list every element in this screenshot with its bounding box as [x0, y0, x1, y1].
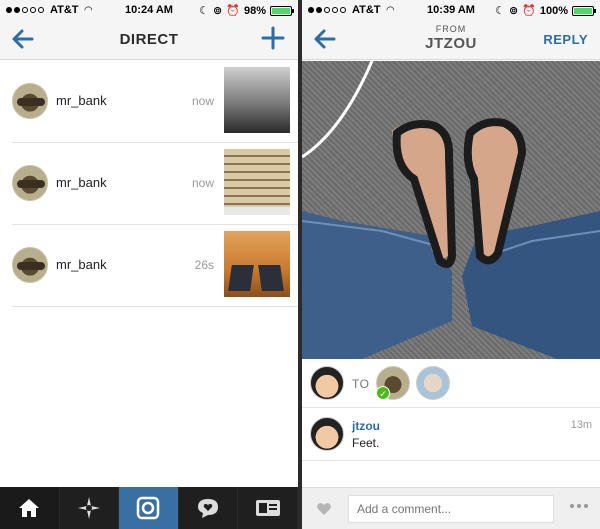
- sender-username[interactable]: mr_bank: [56, 257, 107, 272]
- comment-time: 13m: [570, 419, 592, 431]
- tab-bar: [0, 487, 298, 529]
- direct-message-detail-screen: AT&T ◠ 10:39 AM ☾ ⊚ ⏰ 100% FROM JTZOU RE…: [302, 0, 600, 529]
- lock-rotation-icon: ⊚: [213, 5, 223, 17]
- message-time: 26s: [194, 258, 214, 272]
- message-row[interactable]: mr_bank 26s: [12, 225, 298, 307]
- photo-thumbnail[interactable]: [224, 67, 290, 133]
- explore-icon: [77, 497, 100, 519]
- comment-item: jtzou Feet. 13m: [302, 409, 600, 461]
- tab-profile[interactable]: [238, 487, 298, 529]
- message-photo[interactable]: [302, 61, 600, 359]
- heart-icon[interactable]: [316, 501, 332, 517]
- to-label: TO: [352, 377, 370, 391]
- nav-bar: FROM JTZOU REPLY: [302, 20, 600, 60]
- plus-icon[interactable]: [260, 25, 286, 51]
- alarm-icon: ⏰: [226, 5, 240, 17]
- sender-avatar[interactable]: [310, 366, 344, 400]
- photo-thumbnail[interactable]: [224, 231, 290, 297]
- moon-icon: ☾: [495, 5, 505, 17]
- profile-icon: [255, 500, 280, 516]
- moon-icon: ☾: [199, 5, 210, 17]
- lock-rotation-icon: ⊚: [508, 5, 519, 17]
- more-options-icon[interactable]: [570, 504, 588, 508]
- seen-check-icon: ✓: [376, 386, 390, 400]
- photo-thumbnail[interactable]: [224, 149, 290, 215]
- comment-username[interactable]: jtzou: [352, 419, 380, 433]
- avatar[interactable]: [12, 83, 48, 119]
- message-row[interactable]: mr_bank now: [12, 61, 298, 143]
- battery-icon: [572, 5, 596, 16]
- battery-icon: [270, 5, 294, 16]
- recipient-avatar[interactable]: [416, 366, 450, 400]
- alarm-icon: ⏰: [522, 5, 536, 17]
- page-title: DIRECT: [119, 31, 179, 48]
- comment-composer: [302, 487, 600, 529]
- tab-explore[interactable]: [60, 487, 120, 529]
- message-list: mr_bank now mr_bank now mr_bank 26s: [0, 61, 298, 307]
- message-row[interactable]: mr_bank now: [12, 143, 298, 225]
- battery-percent: 100%: [539, 4, 568, 17]
- sender-username[interactable]: mr_bank: [56, 93, 107, 108]
- nav-bar: DIRECT: [0, 20, 298, 60]
- camera-icon: [137, 496, 160, 520]
- avatar[interactable]: [310, 417, 344, 451]
- photo-scene: [302, 61, 600, 359]
- battery-percent: 98%: [243, 4, 266, 17]
- message-time: now: [191, 176, 214, 190]
- message-time: now: [191, 94, 214, 108]
- tab-activity[interactable]: [179, 487, 239, 529]
- avatar[interactable]: [12, 247, 48, 283]
- sender-username[interactable]: mr_bank: [56, 175, 107, 190]
- tab-camera[interactable]: [119, 487, 179, 529]
- status-bar: AT&T ◠ 10:39 AM ☾ ⊚ ⏰ 100%: [302, 0, 600, 20]
- home-icon: [19, 499, 40, 517]
- comment-text: Feet.: [352, 436, 380, 450]
- reply-button[interactable]: REPLY: [543, 32, 588, 47]
- activity-icon: [198, 499, 219, 518]
- direct-inbox-screen: AT&T ◠ 10:24 AM ☾ ⊚ ⏰ 98% DIRECT mr_bank…: [0, 0, 298, 529]
- avatar[interactable]: [12, 165, 48, 201]
- recipients-row: TO ✓: [302, 360, 600, 408]
- comment-input[interactable]: [348, 495, 554, 523]
- tab-home[interactable]: [0, 487, 60, 529]
- status-bar: AT&T ◠ 10:24 AM ☾ ⊚ ⏰ 98%: [0, 0, 298, 20]
